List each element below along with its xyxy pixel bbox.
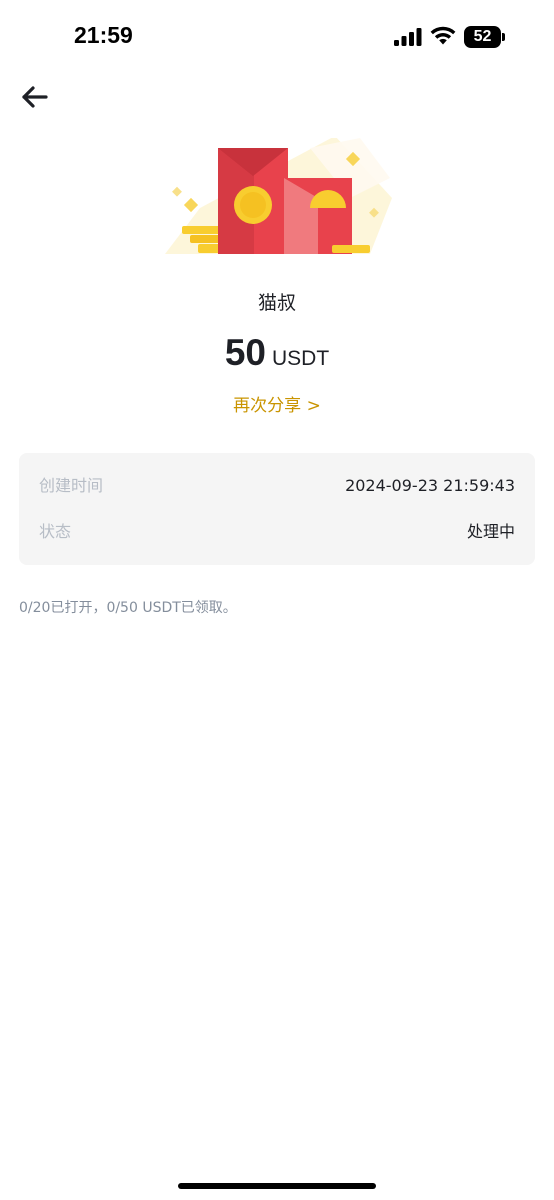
- home-indicator[interactable]: [178, 1183, 376, 1189]
- amount-row: 50 USDT: [0, 332, 554, 374]
- created-time-label: 创建时间: [39, 476, 104, 495]
- battery-level: 52: [464, 26, 501, 48]
- amount-value: 50: [224, 332, 266, 373]
- claim-summary: 0/20已打开，0/50 USDT已领取。: [19, 600, 237, 616]
- created-time-row: 创建时间 2024-09-23 21:59:43: [39, 473, 515, 499]
- battery-cap: [502, 33, 505, 41]
- wifi-icon: [430, 26, 456, 45]
- back-button[interactable]: [18, 82, 54, 112]
- battery-icon: 52: [464, 26, 506, 48]
- arrow-left-icon: [22, 86, 48, 108]
- sender-name: 猫叔: [257, 292, 296, 314]
- cellular-signal-icon: [394, 28, 422, 46]
- amount-unit: USDT: [271, 347, 330, 370]
- status-bar: 21:59 52: [0, 0, 554, 74]
- status-row: 状态 处理中: [39, 519, 515, 545]
- share-again-link[interactable]: 再次分享 >: [0, 391, 554, 416]
- details-card: 创建时间 2024-09-23 21:59:43 状态 处理中: [19, 453, 535, 565]
- red-packet-illustration: [165, 138, 392, 254]
- created-time-value: 2024-09-23 21:59:43: [345, 476, 515, 495]
- status-value: 处理中: [466, 522, 515, 541]
- status-time: 21:59: [74, 22, 133, 48]
- status-label: 状态: [39, 522, 72, 541]
